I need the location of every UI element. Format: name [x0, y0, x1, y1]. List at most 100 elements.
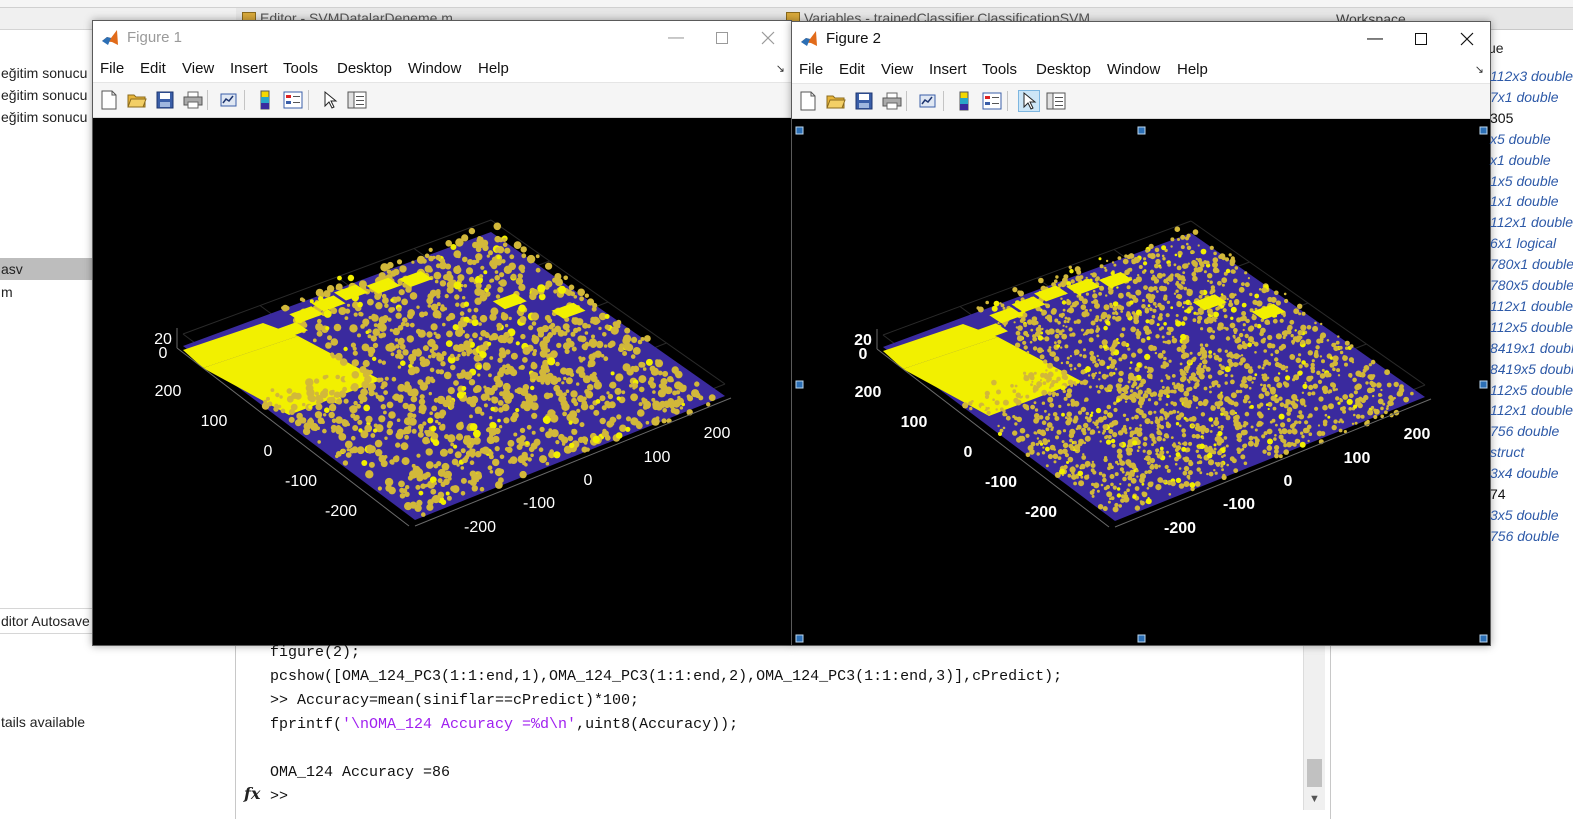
workspace-value[interactable]: 305	[1490, 108, 1513, 129]
workspace-value[interactable]: 112x5 double	[1490, 380, 1573, 401]
insert-legend-icon[interactable]	[981, 90, 1003, 112]
new-figure-icon[interactable]	[98, 89, 120, 111]
workspace-value[interactable]: 8419x5 double	[1490, 359, 1573, 380]
new-figure-icon[interactable]	[797, 90, 819, 112]
close-button[interactable]	[745, 21, 791, 55]
menu-file[interactable]: File	[799, 60, 823, 80]
menu-edit[interactable]: Edit	[839, 60, 865, 80]
menu-window[interactable]: Window	[408, 59, 461, 79]
workspace-value[interactable]: 8419x1 double	[1490, 338, 1573, 359]
workspace-value[interactable]: 3x4 double	[1490, 463, 1559, 484]
workspace-value[interactable]: 6x1 logical	[1490, 233, 1556, 254]
workspace-value[interactable]: 1x5 double	[1490, 171, 1559, 192]
point-cluster	[1202, 401, 1208, 407]
edit-plot-icon[interactable]	[319, 89, 341, 111]
workspace-value[interactable]: 756 double	[1490, 421, 1559, 442]
workspace-value[interactable]: 112x1 double	[1490, 296, 1573, 317]
minimize-button[interactable]: —	[1352, 22, 1398, 56]
title-bar[interactable]: Figure 1—	[93, 21, 791, 55]
point-cluster	[1046, 422, 1053, 428]
dock-figure-icon[interactable]: ↘	[1475, 63, 1484, 76]
print-icon[interactable]	[182, 89, 204, 111]
property-inspector-icon[interactable]	[1045, 90, 1067, 112]
maximize-button[interactable]	[699, 21, 745, 55]
point-cluster	[1069, 438, 1073, 443]
point-cluster	[1112, 311, 1116, 315]
point-cloud-plot[interactable]: 2002001000-100-200-200-1000100200	[93, 118, 792, 646]
point-cloud-plot[interactable]: 2002001000-100-200-200-1000100200	[792, 119, 1491, 646]
menu-help[interactable]: Help	[478, 59, 509, 79]
menu-insert[interactable]: Insert	[929, 60, 967, 80]
point-cluster	[584, 341, 589, 346]
point-cluster	[645, 358, 653, 366]
workspace-value[interactable]: 780x5 double	[1490, 275, 1573, 296]
workspace-value[interactable]: 74	[1490, 484, 1506, 505]
link-plot-icon[interactable]	[917, 90, 939, 112]
menu-tools[interactable]: Tools	[283, 59, 318, 79]
dock-figure-icon[interactable]: ↘	[776, 62, 785, 75]
menu-desktop[interactable]: Desktop	[337, 59, 392, 79]
workspace-value[interactable]: 780x1 double	[1490, 254, 1573, 275]
menu-view[interactable]: View	[881, 60, 913, 80]
figure-1-window[interactable]: Figure 1— File Edit View Insert Tools Desktop W…	[92, 20, 792, 646]
point-cloud-axes[interactable]: 20 0 200 100 0 -100 -200 -200 -100 0 100 200	[93, 118, 792, 646]
point-cluster	[1012, 430, 1018, 436]
workspace-value[interactable]: 756 double	[1490, 526, 1559, 547]
menu-help[interactable]: Help	[1177, 60, 1208, 80]
workspace-value[interactable]: 112x1 double	[1490, 212, 1573, 233]
point-cluster	[1307, 350, 1313, 356]
command-window-scrollbar[interactable]: ▼	[1303, 645, 1325, 810]
menu-file[interactable]: File	[100, 59, 124, 79]
point-cluster	[1329, 362, 1335, 368]
workspace-value[interactable]: 112x5 double	[1490, 317, 1573, 338]
title-bar[interactable]: Figure 2—	[792, 22, 1490, 56]
minimize-button[interactable]: —	[653, 21, 699, 55]
point-cluster	[1257, 404, 1262, 409]
workspace-value[interactable]: struct	[1490, 442, 1524, 463]
save-icon[interactable]	[154, 89, 176, 111]
open-file-icon[interactable]	[126, 89, 148, 111]
open-file-icon[interactable]	[825, 90, 847, 112]
property-inspector-icon[interactable]	[346, 89, 368, 111]
point-cluster	[1094, 362, 1099, 368]
workspace-value[interactable]: 112x3 double	[1490, 66, 1573, 87]
point-cluster	[455, 238, 464, 247]
insert-colorbar-icon[interactable]	[953, 90, 975, 112]
insert-legend-icon[interactable]	[282, 89, 304, 111]
point-cluster	[1179, 362, 1183, 366]
edit-plot-icon[interactable]	[1018, 90, 1040, 112]
point-cluster	[525, 394, 535, 403]
close-button[interactable]	[1444, 22, 1490, 56]
workspace-value[interactable]: 112x1 double	[1490, 400, 1573, 421]
print-icon[interactable]	[881, 90, 903, 112]
menu-window[interactable]: Window	[1107, 60, 1160, 80]
point-cloud-axes[interactable]: 20 0 200 100 0 -100 -200 -200 -100 0 100 200	[792, 119, 1491, 646]
point-cluster	[405, 322, 410, 327]
menu-desktop[interactable]: Desktop	[1036, 60, 1091, 80]
menu-edit[interactable]: Edit	[140, 59, 166, 79]
menu-tools[interactable]: Tools	[982, 60, 1017, 80]
menu-view[interactable]: View	[182, 59, 214, 79]
point-cluster	[1106, 404, 1112, 410]
save-icon[interactable]	[853, 90, 875, 112]
fx-icon[interactable]: fx	[244, 784, 260, 803]
link-plot-icon[interactable]	[218, 89, 240, 111]
point-cluster	[615, 373, 624, 382]
scrollbar-thumb[interactable]	[1307, 759, 1322, 787]
figure-2-window[interactable]: Figure 2— File Edit View Insert Tools Desktop W…	[791, 21, 1491, 646]
menu-insert[interactable]: Insert	[230, 59, 268, 79]
scroll-down-icon[interactable]: ▼	[1309, 793, 1320, 805]
workspace-value[interactable]: x5 double	[1490, 129, 1551, 150]
point-cluster	[638, 375, 647, 384]
point-cluster	[1207, 279, 1210, 283]
point-cluster	[1129, 389, 1134, 393]
workspace-value[interactable]: x1 double	[1490, 150, 1551, 171]
point-cluster	[1261, 366, 1265, 370]
workspace-value[interactable]: 3x5 double	[1490, 505, 1559, 526]
point-cluster	[1097, 390, 1101, 394]
insert-colorbar-icon[interactable]	[254, 89, 276, 111]
point-cluster	[330, 338, 339, 346]
workspace-value[interactable]: 7x1 double	[1490, 87, 1559, 108]
maximize-button[interactable]	[1398, 22, 1444, 56]
workspace-value[interactable]: 1x1 double	[1490, 191, 1559, 212]
